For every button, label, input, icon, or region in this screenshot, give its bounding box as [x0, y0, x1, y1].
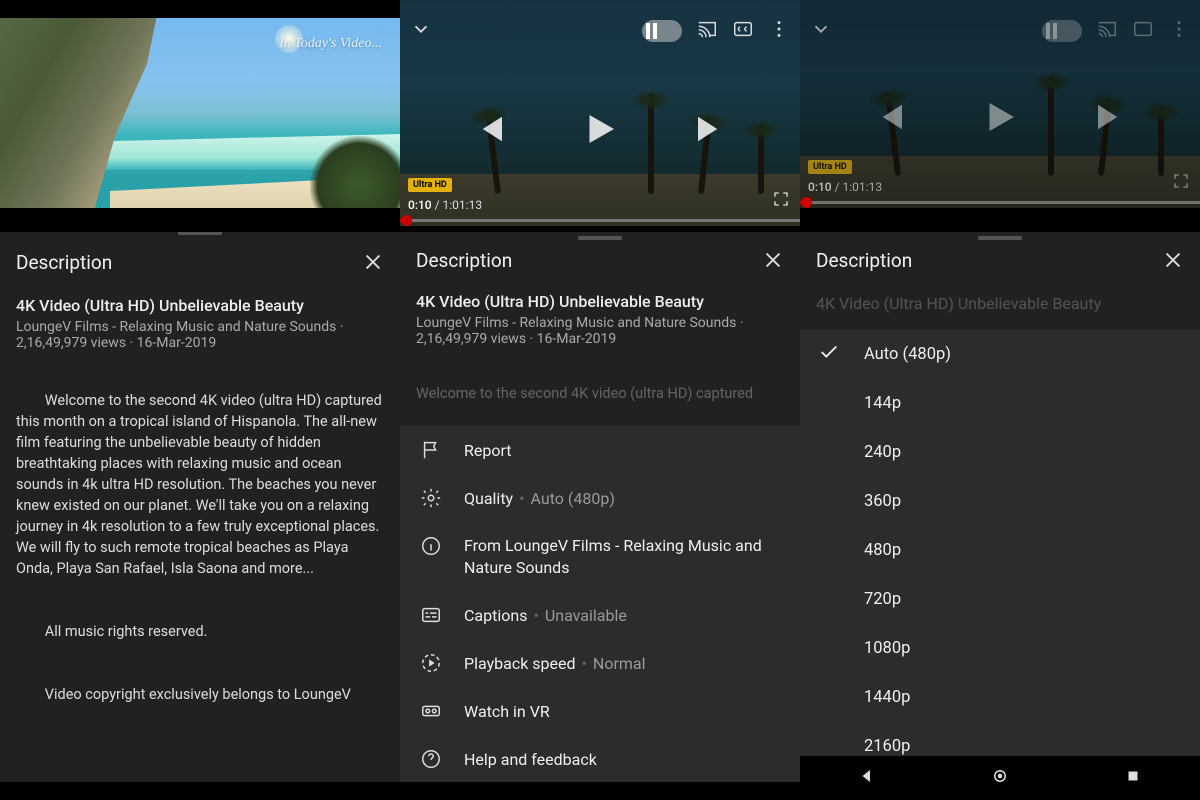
menu-from-channel[interactable]: From LoungeV Films - Relaxing Music and … [400, 522, 800, 591]
quality-option[interactable]: 240p [800, 428, 1200, 477]
previous-icon[interactable] [467, 108, 509, 154]
video-player[interactable]: Ultra HD 0:10 / 1:01:13 [400, 0, 800, 226]
close-icon[interactable] [762, 249, 784, 271]
screenshot-panel-3: 2:31 34% [800, 0, 1200, 800]
check-icon [818, 341, 840, 368]
video-watermark: In Today's Video... [279, 36, 382, 52]
autoplay-toggle[interactable] [642, 20, 682, 42]
hd-badge: Ultra HD [808, 160, 852, 174]
more-icon[interactable] [1168, 18, 1190, 44]
drag-handle[interactable] [978, 236, 1022, 240]
play-icon[interactable] [979, 96, 1021, 142]
menu-quality[interactable]: Quality•Auto (480p) [400, 474, 800, 522]
video-meta: LoungeV Films - Relaxing Music and Natur… [416, 315, 784, 347]
progress-bar[interactable] [800, 201, 1200, 204]
menu-report[interactable]: Report [400, 426, 800, 474]
nav-back-icon[interactable] [858, 767, 876, 789]
close-icon[interactable] [1162, 249, 1184, 271]
video-player[interactable]: In Today's Video... [0, 0, 400, 226]
quality-option[interactable]: 720p [800, 575, 1200, 624]
fullscreen-icon[interactable] [1172, 172, 1190, 194]
collapse-icon[interactable] [410, 18, 432, 44]
nav-home-icon[interactable] [991, 767, 1009, 789]
video-meta: LoungeV Films - Relaxing Music and Natur… [16, 319, 384, 351]
title-obscured: 4K Video (Ultra HD) Unbelievable Beauty [816, 294, 1184, 313]
video-title: 4K Video (Ultra HD) Unbelievable Beauty [16, 296, 384, 315]
screenshot-panel-1: In Today's Video... Description 4K Video… [0, 0, 400, 800]
video-description-body: Welcome to the second 4K video (ultra HD… [16, 369, 384, 726]
description-heading: Description [816, 249, 912, 272]
play-icon[interactable] [579, 108, 621, 154]
drag-handle[interactable] [578, 236, 622, 240]
quality-option[interactable]: 1440p [800, 673, 1200, 722]
captions-icon[interactable] [1132, 18, 1154, 44]
speed-icon [420, 652, 442, 674]
video-description-body: Welcome to the second 4K video (ultra HD… [416, 383, 784, 404]
quality-option[interactable]: 480p [800, 526, 1200, 575]
quality-option[interactable]: 144p [800, 379, 1200, 428]
screenshot-panel-2: Ultra HD 0:10 / 1:01:13 Description 4K V… [400, 0, 800, 800]
previous-icon[interactable] [867, 96, 909, 142]
drag-handle[interactable] [178, 232, 222, 235]
close-icon[interactable] [362, 251, 384, 273]
quality-option-auto[interactable]: Auto (480p) [800, 330, 1200, 379]
time-display: 0:10 / 1:01:13 [808, 180, 882, 194]
autoplay-toggle[interactable] [1042, 20, 1082, 42]
quality-option[interactable]: 2160p [800, 722, 1200, 756]
progress-bar[interactable] [400, 219, 800, 222]
cast-icon[interactable] [696, 18, 718, 44]
menu-watch-vr[interactable]: Watch in VR [400, 687, 800, 735]
subtitles-icon [420, 604, 442, 626]
next-icon[interactable] [1091, 96, 1133, 142]
flag-icon [420, 439, 442, 461]
more-icon[interactable] [768, 18, 790, 44]
collapse-icon[interactable] [810, 18, 832, 44]
nav-bar [800, 756, 1200, 800]
menu-captions[interactable]: Captions•Unavailable [400, 591, 800, 639]
time-display: 0:10 / 1:01:13 [408, 198, 482, 212]
quality-option[interactable]: 360p [800, 477, 1200, 526]
video-title: 4K Video (Ultra HD) Unbelievable Beauty [416, 292, 784, 311]
options-menu: Report Quality•Auto (480p) From LoungeV … [400, 426, 800, 782]
quality-option[interactable]: 1080p [800, 624, 1200, 673]
video-player[interactable]: Ultra HD 0:10 / 1:01:13 [800, 0, 1200, 208]
vr-icon [420, 700, 442, 722]
captions-icon[interactable] [732, 18, 754, 44]
description-panel: Description 4K Video (Ultra HD) Unbeliev… [0, 232, 400, 782]
help-icon [420, 748, 442, 770]
quality-menu: Auto (480p) 144p 240p 360p 480p 720p 108… [800, 330, 1200, 756]
nav-recents-icon[interactable] [1124, 767, 1142, 789]
cast-icon[interactable] [1096, 18, 1118, 44]
menu-help[interactable]: Help and feedback [400, 735, 800, 783]
next-icon[interactable] [691, 108, 733, 154]
description-heading: Description [416, 249, 512, 272]
menu-playback-speed[interactable]: Playback speed•Normal [400, 639, 800, 687]
fullscreen-icon[interactable] [772, 190, 790, 212]
gear-icon [420, 487, 442, 509]
hd-badge: Ultra HD [408, 178, 452, 192]
info-icon [420, 535, 442, 557]
description-heading: Description [16, 251, 112, 274]
